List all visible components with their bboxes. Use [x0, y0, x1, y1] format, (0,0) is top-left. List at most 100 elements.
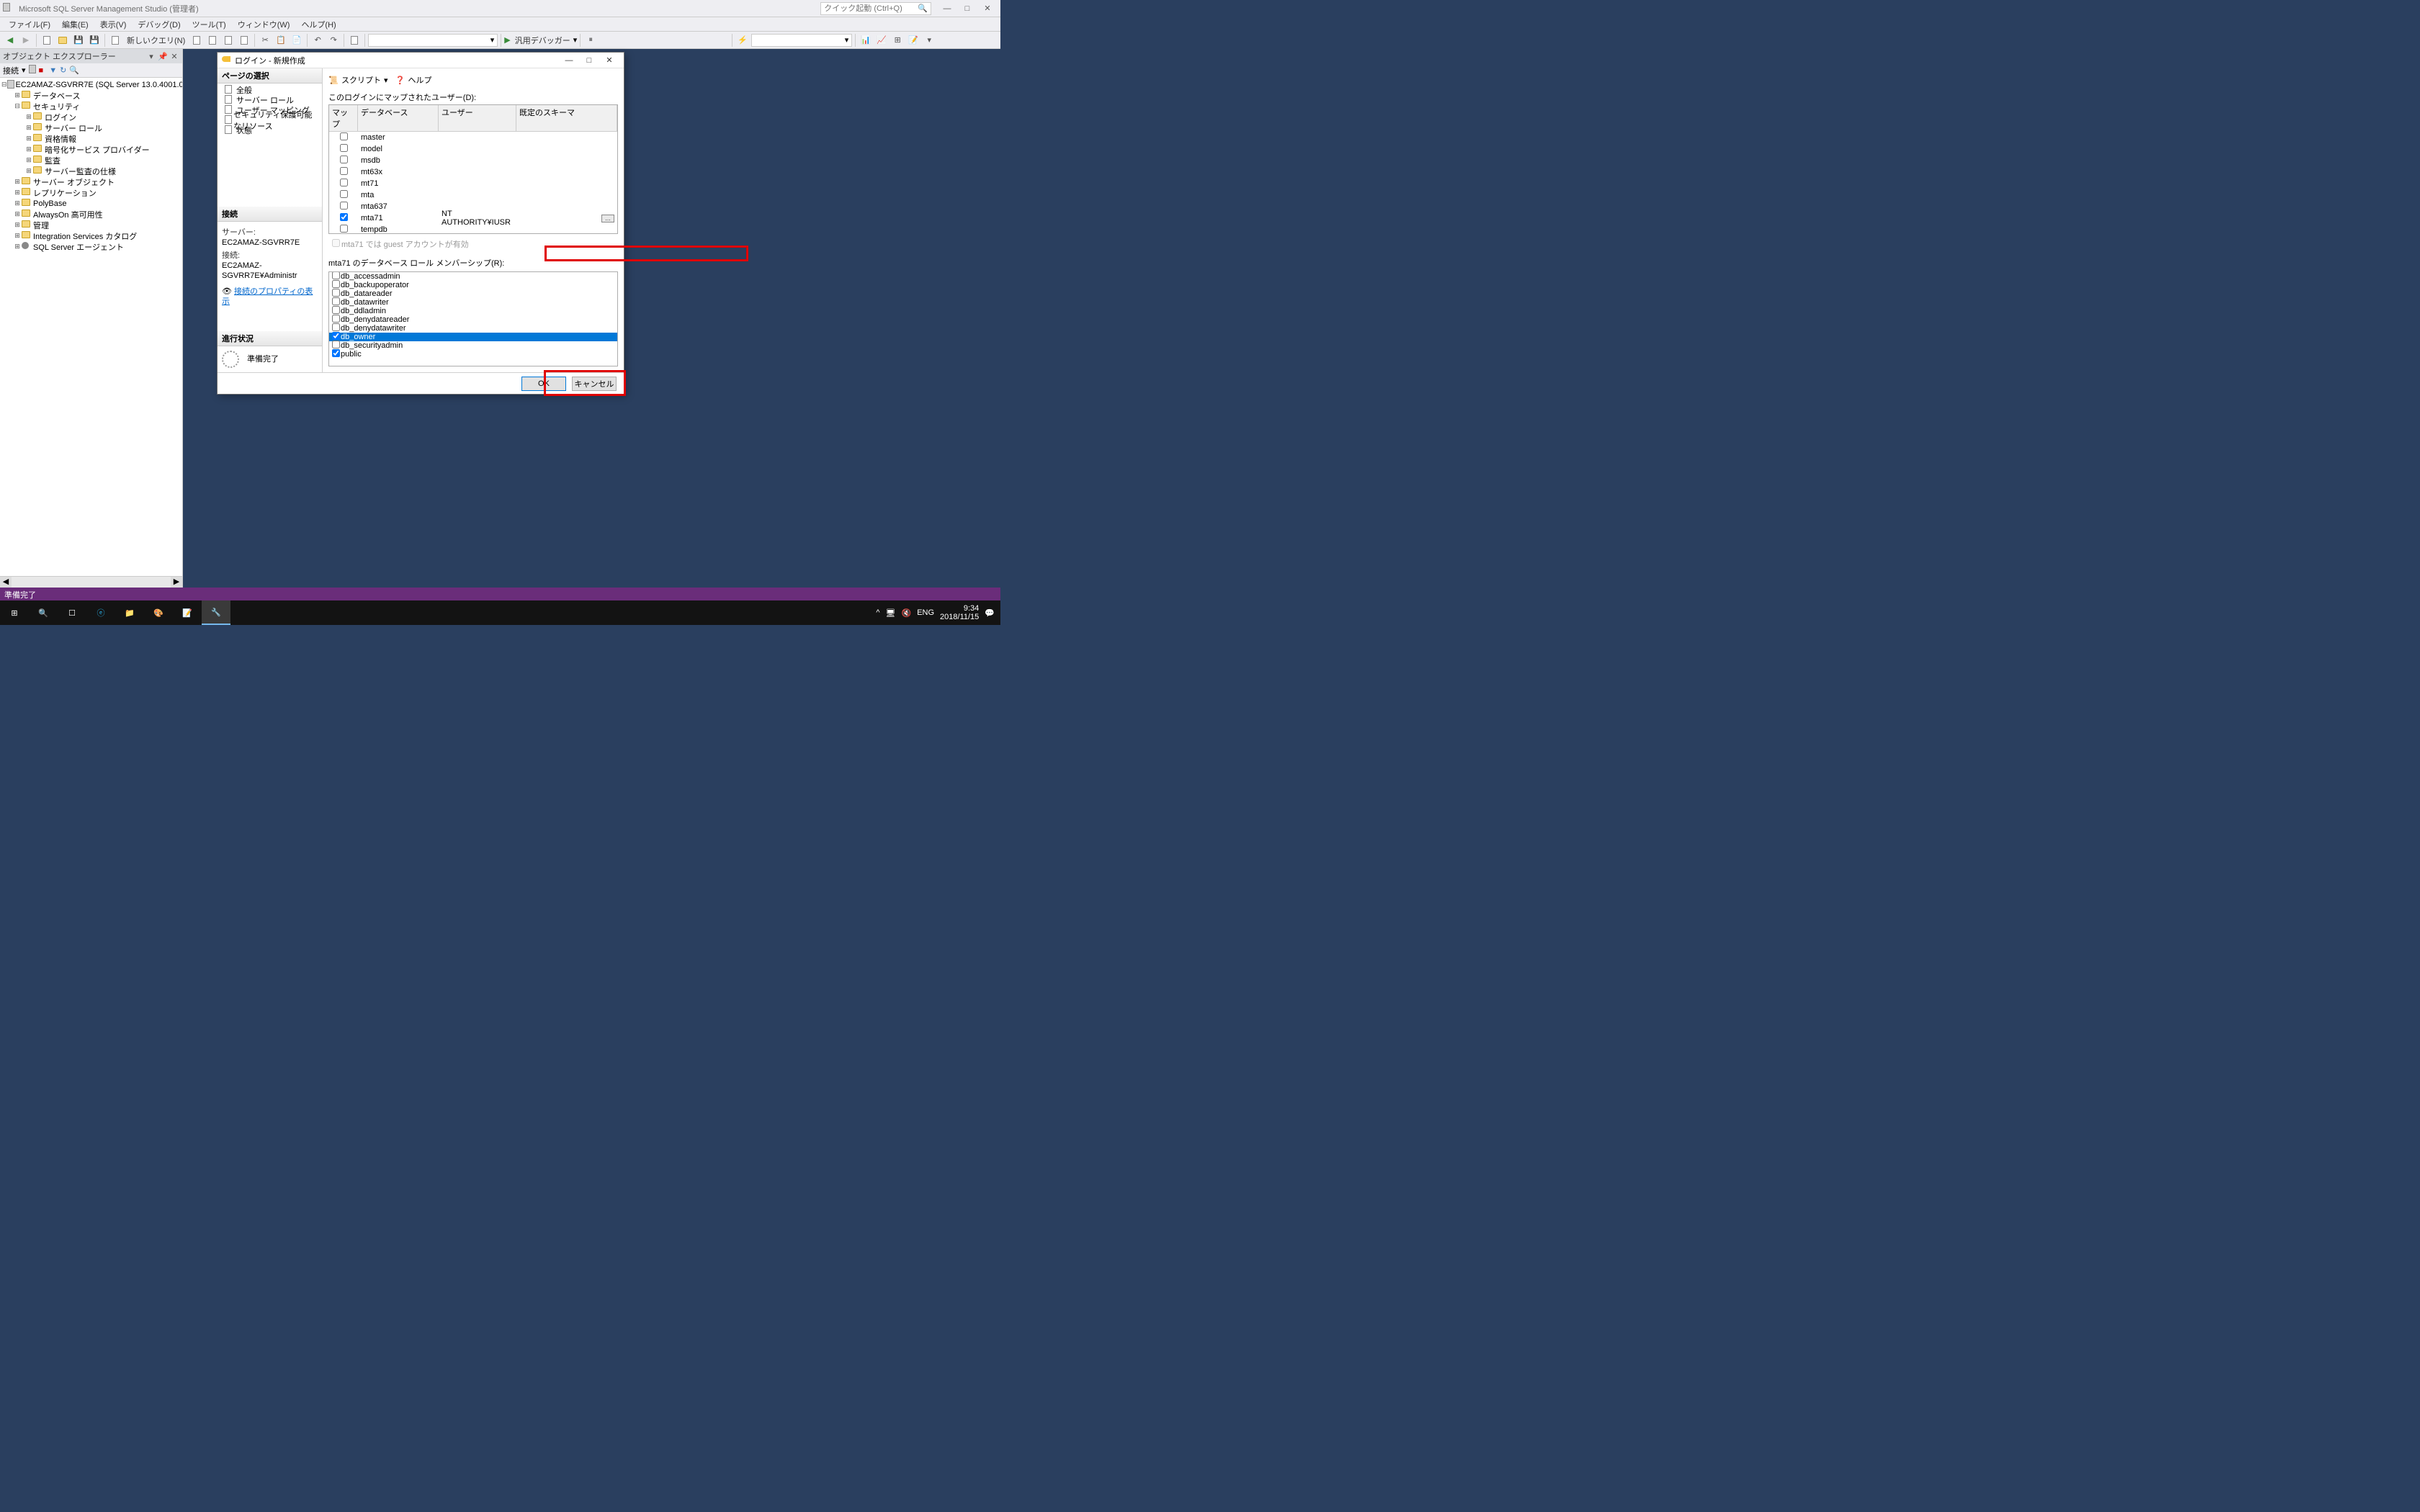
expand-icon[interactable]: ⊞	[24, 124, 33, 132]
tray-lang[interactable]: ENG	[917, 608, 934, 617]
table-row[interactable]: model	[329, 143, 617, 155]
management-node[interactable]: 管理	[33, 220, 49, 231]
expand-icon[interactable]: ⊞	[13, 243, 22, 251]
comment-button[interactable]: ▾	[922, 33, 936, 48]
ie-button[interactable]: ⓔ	[86, 600, 115, 625]
role-item[interactable]: db_denydatareader	[329, 315, 617, 324]
search-button[interactable]: 🔍	[69, 66, 79, 75]
scroll-left-button[interactable]: ◀	[0, 577, 12, 588]
notepad-button[interactable]: 📝	[173, 600, 202, 625]
panel-dropdown-button[interactable]: ▾	[146, 52, 156, 61]
expand-icon[interactable]: ⊞	[13, 210, 22, 218]
menu-tools[interactable]: ツール(T)	[187, 17, 232, 32]
horizontal-scrollbar[interactable]: ◀ ▶	[0, 576, 182, 588]
debug-stop-button[interactable]: ⏸	[583, 33, 598, 48]
nav-back-button[interactable]: ◀	[3, 33, 17, 48]
expand-icon[interactable]: ⊞	[24, 135, 33, 143]
open-button[interactable]	[55, 33, 70, 48]
minimize-button[interactable]: —	[937, 2, 957, 15]
object-tree[interactable]: ⊟ EC2AMAZ-SGVRR7E (SQL Server 13.0.4001.0…	[0, 78, 182, 576]
script-button[interactable]: スクリプト	[341, 74, 381, 86]
connect-button[interactable]: 接続	[3, 65, 19, 76]
expand-icon[interactable]: ⊞	[24, 113, 33, 121]
role-checkbox[interactable]	[332, 323, 340, 331]
include-stats-button[interactable]: 📈	[874, 33, 889, 48]
server-node[interactable]: EC2AMAZ-SGVRR7E (SQL Server 13.0.4001.0 …	[16, 81, 182, 89]
panel-close-button[interactable]: ✕	[169, 52, 179, 61]
alwayson-node[interactable]: AlwaysOn 高可用性	[33, 209, 103, 220]
dialog-minimize-button[interactable]: —	[559, 56, 579, 65]
expand-icon[interactable]: ⊞	[24, 167, 33, 175]
replication-node[interactable]: レプリケーション	[33, 187, 97, 199]
map-checkbox[interactable]	[340, 167, 348, 175]
role-checkbox[interactable]	[332, 306, 340, 314]
save-button[interactable]: 💾	[71, 33, 86, 48]
start-button[interactable]: ⊞	[0, 600, 29, 625]
results-grid-button[interactable]: ⊞	[890, 33, 905, 48]
disconnect-button[interactable]	[29, 65, 36, 76]
task-view-button[interactable]: ☐	[58, 600, 86, 625]
expand-icon[interactable]: ⊟	[1, 81, 7, 89]
menu-file[interactable]: ファイル(F)	[3, 17, 56, 32]
server-objects-node[interactable]: サーバー オブジェクト	[33, 176, 115, 188]
tray-clock[interactable]: 9:34 2018/11/15	[940, 604, 979, 621]
integration-services-node[interactable]: Integration Services カタログ	[33, 230, 137, 242]
xmla-query-button[interactable]	[237, 33, 251, 48]
security-node[interactable]: セキュリティ	[33, 101, 80, 112]
cut-button[interactable]: ✂	[258, 33, 272, 48]
expand-icon[interactable]: ⊞	[24, 156, 33, 164]
results-text-button[interactable]: 📝	[906, 33, 920, 48]
dialog-maximize-button[interactable]: □	[579, 56, 599, 65]
role-item[interactable]: db_accessadmin	[329, 272, 617, 281]
map-checkbox[interactable]	[340, 144, 348, 152]
table-row[interactable]: msdb	[329, 155, 617, 166]
role-checkbox[interactable]	[332, 349, 340, 357]
role-item[interactable]: db_backupoperator	[329, 281, 617, 289]
menu-edit[interactable]: 編集(E)	[56, 17, 94, 32]
paint-button[interactable]: 🎨	[144, 600, 173, 625]
role-checkbox[interactable]	[332, 280, 340, 288]
role-item[interactable]: db_denydatawriter	[329, 324, 617, 333]
expand-icon[interactable]: ⊞	[24, 145, 33, 153]
role-item[interactable]: db_datareader	[329, 289, 617, 298]
audit-specs-node[interactable]: サーバー監査の仕様	[45, 166, 116, 177]
databases-node[interactable]: データベース	[33, 90, 80, 102]
save-all-button[interactable]: 💾	[87, 33, 102, 48]
role-item[interactable]: db_datawriter	[329, 298, 617, 307]
panel-pin-button[interactable]: 📌	[158, 52, 168, 61]
map-checkbox[interactable]	[340, 132, 348, 140]
role-checkbox[interactable]	[332, 341, 340, 348]
role-checkbox[interactable]	[332, 332, 340, 340]
role-checkbox[interactable]	[332, 297, 340, 305]
tray-notifications-icon[interactable]: 💬	[985, 608, 995, 618]
refresh-button[interactable]: ↻	[60, 66, 66, 75]
undo-button[interactable]: ↶	[310, 33, 325, 48]
sql-agent-node[interactable]: SQL Server エージェント	[33, 241, 124, 253]
quick-launch-input[interactable]	[824, 4, 918, 13]
table-row[interactable]: master	[329, 132, 617, 143]
role-item[interactable]: db_securityadmin	[329, 341, 617, 350]
role-item[interactable]: public	[329, 350, 617, 359]
role-item[interactable]: db_owner	[329, 333, 617, 341]
new-project-button[interactable]	[40, 33, 54, 48]
table-row[interactable]: mt63x	[329, 166, 617, 178]
dialog-close-button[interactable]: ✕	[599, 55, 619, 65]
ssms-taskbar-button[interactable]: 🔧	[202, 600, 230, 625]
search-icon[interactable]: 🔍	[918, 4, 928, 13]
solution-combo[interactable]: ▾	[368, 34, 498, 47]
page-general[interactable]: 全般	[220, 85, 319, 95]
search-button[interactable]: 🔍	[29, 600, 58, 625]
credentials-node[interactable]: 資格情報	[45, 133, 76, 145]
system-tray[interactable]: ^ 🖥 🔇 ENG 9:34 2018/11/15 💬	[876, 604, 1000, 621]
redo-button[interactable]: ↷	[326, 33, 341, 48]
map-checkbox[interactable]	[340, 213, 348, 221]
role-membership-list[interactable]: db_accessadmindb_backupoperatordb_datare…	[328, 271, 618, 366]
dmx-query-button[interactable]	[221, 33, 236, 48]
debugger-label[interactable]: 汎用デバッガー	[512, 35, 573, 46]
execute-button[interactable]: ⚡	[735, 33, 750, 48]
map-checkbox[interactable]	[340, 156, 348, 163]
expand-icon[interactable]: ⊞	[13, 199, 22, 207]
audits-node[interactable]: 監査	[45, 155, 60, 166]
browse-schema-button[interactable]: …	[601, 215, 614, 222]
user-mapping-table[interactable]: マップ データベース ユーザー 既定のスキーマ mastermodelmsdbm…	[328, 104, 618, 234]
